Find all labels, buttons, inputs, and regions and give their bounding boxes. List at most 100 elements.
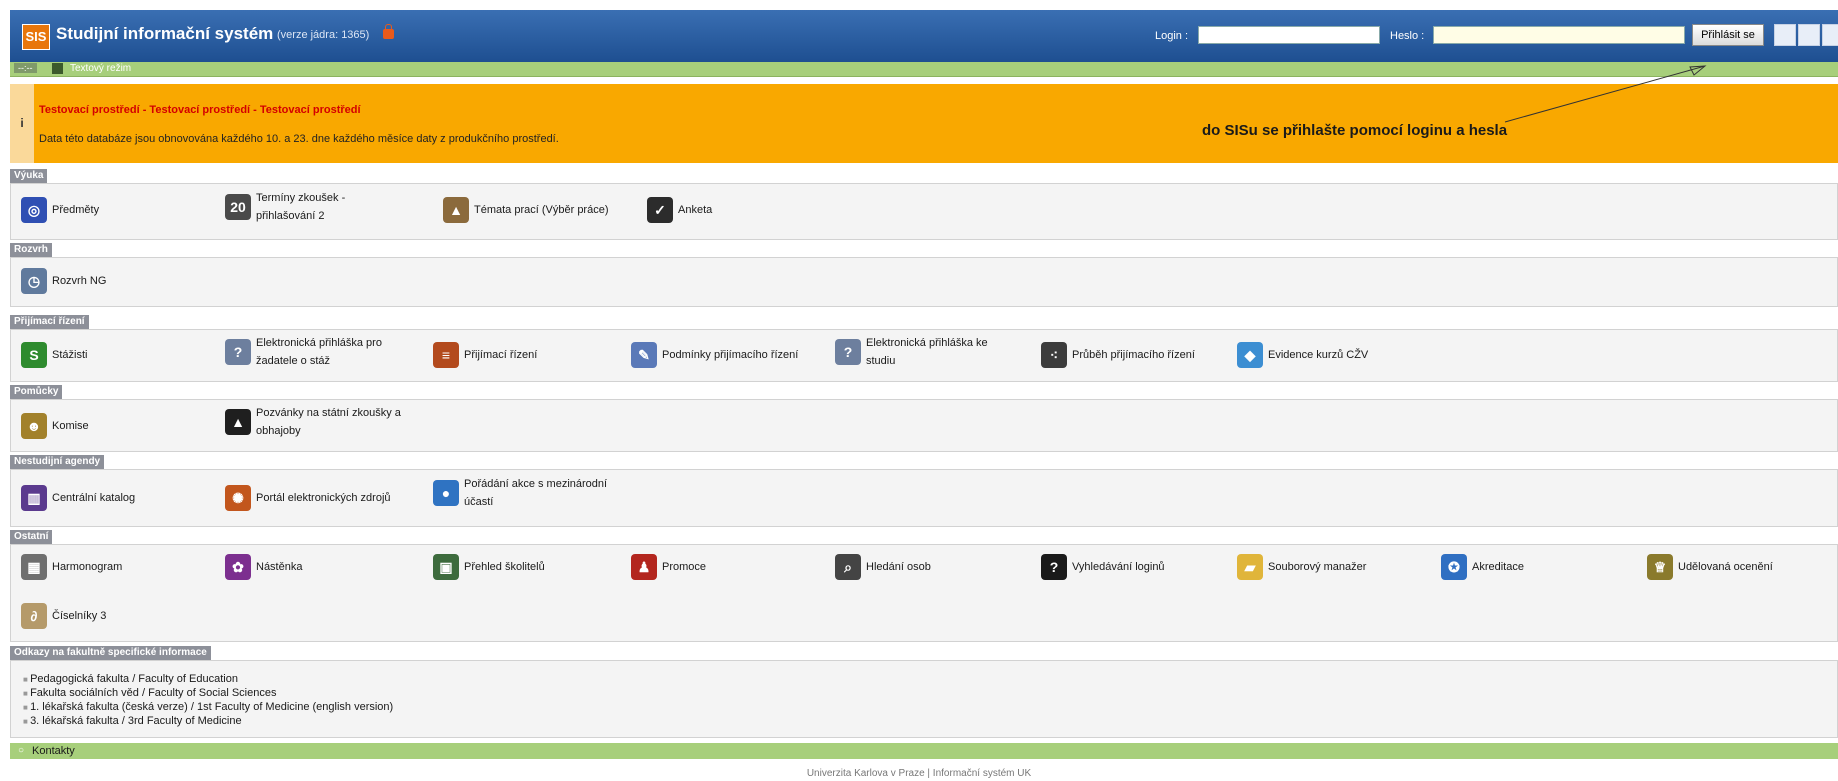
- menu-item-portal-zdroju[interactable]: ✺ Portál elektronických zdrojů: [225, 485, 391, 511]
- menu-item-promoce[interactable]: ♟ Promoce: [631, 554, 706, 580]
- noticeboard-icon: ✿: [225, 554, 251, 580]
- contacts-bar: ○ Kontakty: [10, 743, 1838, 759]
- menu-item-label: Číselníky 3: [52, 610, 107, 622]
- committee-icon: ☻: [21, 413, 47, 439]
- menu-item-souborovy-manazer[interactable]: ▰ Souborový manažer: [1237, 554, 1366, 580]
- footer: Univerzita Karlova v Praze | Informační …: [806, 768, 1032, 779]
- faculty-link[interactable]: 3. lékařská fakulta / 3rd Faculty of Med…: [23, 715, 242, 727]
- menu-item-label: Komise: [52, 420, 89, 432]
- section-prijimaci-rizeni: S Stážisti ? Elektronická přihláška pro …: [10, 329, 1838, 382]
- password-label: Heslo :: [1390, 30, 1425, 42]
- menu-item-label: Centrální katalog: [52, 492, 136, 504]
- menu-item-hledani-osob[interactable]: ⌕ Hledání osob: [835, 554, 931, 580]
- menu-item-label: Termíny zkoušek - přihlašování 2: [256, 192, 346, 222]
- faculty-link[interactable]: Fakulta sociálních věd / Faculty of Soci…: [23, 687, 276, 699]
- menu-item-poradani-akce[interactable]: ● Pořádání akce s mezinárodní účastí: [433, 475, 633, 511]
- admission-documents-icon: ≡: [433, 342, 459, 368]
- application-document-icon: ?: [835, 339, 861, 365]
- application-document-icon: ?: [225, 339, 251, 365]
- lock-icon[interactable]: [1798, 24, 1820, 46]
- menu-item-label: Přijímací řízení: [464, 349, 538, 361]
- menu-item-evidence-kurzu[interactable]: ◆ Evidence kurzů CŽV: [1237, 342, 1368, 368]
- question-icon: ?: [1041, 554, 1067, 580]
- progress-icon: ⁖: [1041, 342, 1067, 368]
- menu-item-label: Anketa: [678, 204, 713, 216]
- section-nestudijni-agendy: ▥ Centrální katalog ✺ Portál elektronick…: [10, 469, 1838, 527]
- lock-icon: [383, 24, 394, 39]
- app-version: (verze jádra: 1365): [277, 29, 370, 41]
- section-label-nestudijni-agendy: Nestudijní agendy: [10, 455, 105, 469]
- banner-title: Testovací prostředí - Testovací prostřed…: [39, 104, 361, 116]
- login-button[interactable]: Přihlásit se: [1692, 24, 1764, 46]
- faculty-links: Pedagogická fakulta / Faculty of Educati…: [10, 660, 1838, 738]
- magnifier-icon: ⌕: [835, 554, 861, 580]
- menu-item-podminky[interactable]: ✎ Podmínky přijímacího řízení: [631, 342, 798, 368]
- menu-item-komise[interactable]: ☻ Komise: [21, 413, 89, 439]
- menu-item-label: Promoce: [662, 561, 707, 573]
- stazisti-icon: S: [21, 342, 47, 368]
- text-mode-icon[interactable]: [1774, 24, 1796, 46]
- text-mode-link[interactable]: Textový režim: [70, 63, 131, 74]
- text-mode-toggle-icon[interactable]: [52, 63, 63, 74]
- menu-item-prijimaci-rizeni[interactable]: ≡ Přijímací řízení: [433, 342, 537, 368]
- menu-item-terminy-zkousek[interactable]: 20 Termíny zkoušek - přihlašování 2: [225, 189, 385, 225]
- clock-icon: ◷: [21, 268, 47, 294]
- password-input[interactable]: [1433, 26, 1685, 44]
- login-hint: do SISu se přihlašte pomocí loginu a hes…: [1202, 122, 1508, 139]
- ribbon-icon: ✪: [1441, 554, 1467, 580]
- section-rozvrh: ◷ Rozvrh NG: [10, 257, 1838, 307]
- menu-item-centralni-katalog[interactable]: ▥ Centrální katalog: [21, 485, 135, 511]
- menu-item-label: Evidence kurzů CŽV: [1268, 349, 1369, 361]
- menu-item-ciselniky[interactable]: ∂ Číselníky 3: [21, 603, 106, 629]
- menu-item-prihlaska-studium[interactable]: ? Elektronická přihláška ke studiu: [835, 334, 1005, 370]
- section-label-ostatni: Ostatní: [10, 530, 53, 544]
- menu-item-label: Pořádání akce s mezinárodní účastí: [464, 478, 608, 508]
- menu-item-predmety[interactable]: ◎ Předměty: [21, 197, 99, 223]
- menu-item-nastenka[interactable]: ✿ Nástěnka: [225, 554, 302, 580]
- calendar-icon: 20: [225, 194, 251, 220]
- faculty-link[interactable]: Pedagogická fakulta / Faculty of Educati…: [23, 673, 238, 685]
- menu-item-stazisti[interactable]: S Stážisti: [21, 342, 87, 368]
- menu-item-rozvrh-ng[interactable]: ◷ Rozvrh NG: [21, 268, 106, 294]
- mode-bar: --:-- Textový režim: [10, 62, 1838, 77]
- globe-people-icon: ●: [433, 480, 459, 506]
- portal-icon: ✺: [225, 485, 251, 511]
- keyboard-icon[interactable]: [1822, 24, 1838, 46]
- contacts-link[interactable]: Kontakty: [32, 745, 75, 757]
- menu-item-pozvanky[interactable]: ▲ Pozvánky na státní zkoušky a obhajoby: [225, 404, 425, 440]
- info-icon: i: [10, 84, 34, 163]
- course-records-icon: ◆: [1237, 342, 1263, 368]
- menu-item-temata-praci[interactable]: ▲ Témata prací (Výběr práce): [443, 197, 609, 223]
- menu-item-prihlaska-staz[interactable]: ? Elektronická přihláška pro žadatele o …: [225, 334, 405, 370]
- menu-item-label: Pozvánky na státní zkoušky a obhajoby: [256, 407, 401, 437]
- section-label-odkazy: Odkazy na fakultně specifické informace: [10, 646, 211, 660]
- menu-item-label: Vyhledávání loginů: [1072, 561, 1165, 573]
- menu-item-label: Témata prací (Výběr práce): [474, 204, 609, 216]
- test-environment-banner: i Testovací prostředí - Testovací prostř…: [10, 84, 1838, 163]
- checkbox-icon: ✓: [647, 197, 673, 223]
- menu-item-label: Hledání osob: [866, 561, 931, 573]
- menu-item-anketa[interactable]: ✓ Anketa: [647, 197, 712, 223]
- app-title: Studijní informační systém: [56, 24, 274, 43]
- login-label: Login :: [1155, 30, 1189, 42]
- menu-item-vyhledavani-loginu[interactable]: ? Vyhledávání loginů: [1041, 554, 1165, 580]
- menu-item-label: Harmonogram: [52, 561, 123, 573]
- mortarboard-icon: ▲: [225, 409, 251, 435]
- faculty-link[interactable]: 1. lékařská fakulta (česká verze) / 1st …: [23, 701, 393, 713]
- section-pomucky: ☻ Komise ▲ Pozvánky na státní zkoušky a …: [10, 399, 1838, 452]
- menu-item-label: Přehled školitelů: [464, 561, 545, 573]
- section-ostatni: ▦ Harmonogram ✿ Nástěnka ▣ Přehled školi…: [10, 544, 1838, 642]
- codebook-icon: ∂: [21, 603, 47, 629]
- menu-item-harmonogram[interactable]: ▦ Harmonogram: [21, 554, 122, 580]
- menu-item-prehled-skolitelu[interactable]: ▣ Přehled školitelů: [433, 554, 545, 580]
- login-input[interactable]: [1198, 26, 1380, 44]
- menu-item-udelovana-oceneni[interactable]: ♕ Udělovaná ocenění: [1647, 554, 1773, 580]
- menu-item-prubeh[interactable]: ⁖ Průběh přijímacího řízení: [1041, 342, 1195, 368]
- menu-item-akreditace[interactable]: ✪ Akreditace: [1441, 554, 1524, 580]
- menu-item-label: Podmínky přijímacího řízení: [662, 349, 799, 361]
- menu-item-label: Portál elektronických zdrojů: [256, 492, 391, 504]
- folder-icon: ▰: [1237, 554, 1263, 580]
- menu-item-label: Elektronická přihláška pro žadatele o st…: [256, 337, 382, 367]
- menu-item-label: Souborový manažer: [1268, 561, 1367, 573]
- menu-item-label: Elektronická přihláška ke studiu: [866, 337, 988, 367]
